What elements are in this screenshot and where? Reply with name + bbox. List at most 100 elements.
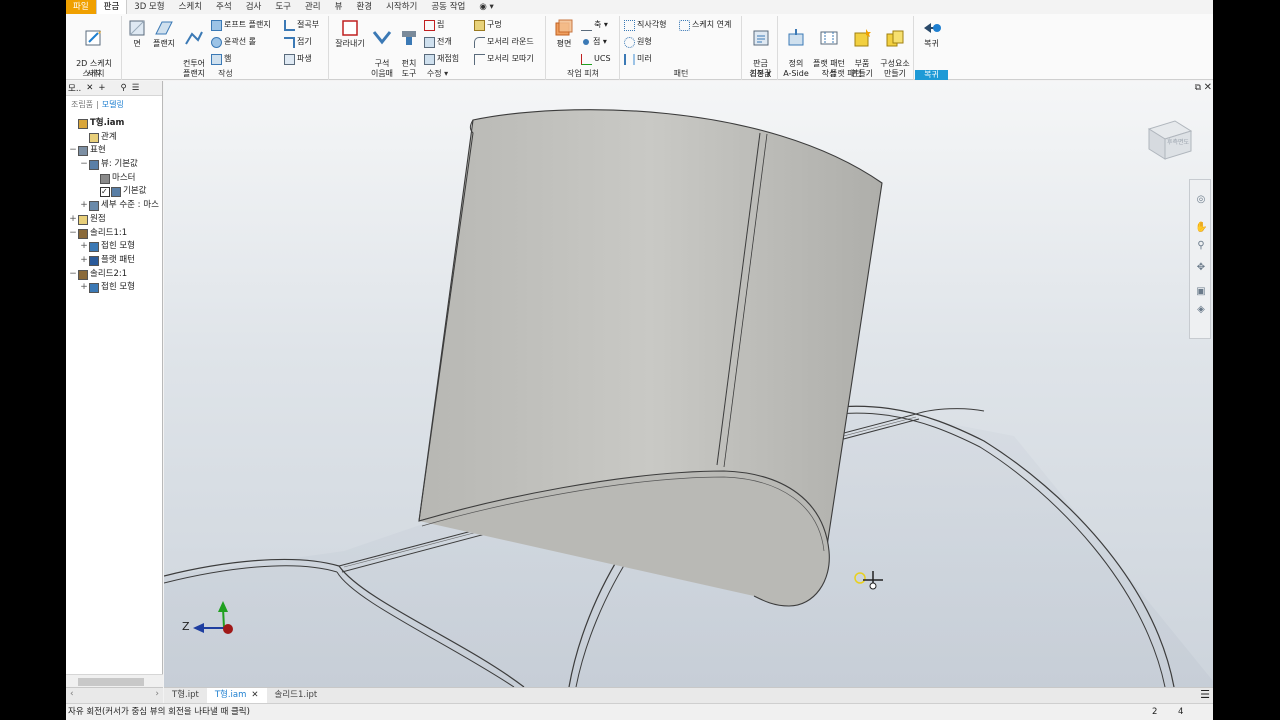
- plane-button[interactable]: 평면: [549, 18, 579, 49]
- viewcube-icon[interactable]: 후측면도: [1145, 117, 1195, 161]
- tree-node[interactable]: + 원점: [66, 213, 163, 227]
- refold-button[interactable]: 재접힘: [424, 52, 459, 66]
- view-face-icon[interactable]: ◈: [1195, 304, 1207, 316]
- face-button[interactable]: 면: [125, 18, 149, 49]
- bend-button[interactable]: 절곡부: [284, 18, 319, 32]
- tab-collaborate[interactable]: 공동 작업: [424, 0, 472, 14]
- fold-icon: [284, 36, 295, 48]
- graphics-viewport[interactable]: Z 후측면도 ⧉ ✕ ◎ ✋ ⚲ ✥ ▣ ◈: [164, 81, 1213, 687]
- tree-toggle[interactable]: −: [69, 268, 77, 282]
- tree-node[interactable]: + 세부 수준 : 마스: [66, 199, 163, 213]
- circular-pattern-button[interactable]: 원형: [624, 35, 652, 49]
- mirror-button[interactable]: 미러: [624, 52, 652, 66]
- refold-icon: [424, 53, 435, 65]
- tree-node[interactable]: − 솔리드2:1: [66, 268, 163, 282]
- browser-horizontal-scrollbar[interactable]: [66, 674, 163, 688]
- folder-icon: [78, 214, 88, 225]
- model-view[interactable]: Z: [164, 81, 1213, 687]
- tree-node[interactable]: − 뷰: 기본값: [66, 158, 163, 172]
- point-button[interactable]: 점 ▾: [581, 35, 607, 49]
- tree-toggle[interactable]: −: [69, 144, 77, 158]
- rectangular-pattern-button[interactable]: 직사각형: [624, 18, 666, 32]
- loft-flange-button[interactable]: 로프트 플랜지: [211, 18, 271, 32]
- tree-toggle[interactable]: −: [80, 158, 88, 172]
- browser-add-icon[interactable]: +: [98, 83, 105, 93]
- subtab-modeling[interactable]: 모델링: [102, 99, 124, 110]
- tab-get-started[interactable]: 시작하기: [379, 0, 424, 14]
- rip-button[interactable]: 립: [424, 18, 444, 32]
- steering-wheel-icon[interactable]: ◎: [1195, 194, 1207, 206]
- corner-round-button[interactable]: 모서리 라운드: [474, 35, 534, 49]
- tab-3d-model[interactable]: 3D 모형: [127, 0, 171, 14]
- checkbox-icon[interactable]: ✓: [100, 187, 110, 198]
- tree-node[interactable]: + 접힌 모형: [66, 281, 163, 295]
- tab-environments[interactable]: 환경: [349, 0, 379, 14]
- derive-button[interactable]: 파생: [284, 52, 312, 66]
- scroll-right-icon[interactable]: ›: [155, 689, 159, 699]
- tree-toggle[interactable]: +: [80, 240, 88, 254]
- representation-icon: [78, 146, 88, 157]
- tab-manage[interactable]: 관리: [298, 0, 328, 14]
- viewport-maximize-icon[interactable]: ⧉: [1195, 83, 1201, 93]
- contour-roll-label: 윤곽선 롤: [224, 37, 256, 46]
- unfold-button[interactable]: 전개: [424, 35, 452, 49]
- scroll-left-icon[interactable]: ‹: [70, 689, 74, 699]
- tab-inspect[interactable]: 검사: [239, 0, 269, 14]
- tab-sheet-metal[interactable]: 판금: [95, 0, 128, 14]
- tab-extra-dropdown[interactable]: ◉ ▾: [472, 0, 500, 14]
- tree-node[interactable]: T형.iam: [66, 117, 163, 131]
- subtab-assembly[interactable]: 조립품: [71, 99, 93, 110]
- tab-tools[interactable]: 도구: [268, 0, 298, 14]
- cut-button[interactable]: 잘라내기: [332, 18, 368, 49]
- document-menu-icon[interactable]: ☰: [1200, 688, 1210, 701]
- tree-node[interactable]: − 표현: [66, 144, 163, 158]
- pan-icon[interactable]: ✋: [1195, 222, 1207, 234]
- hem-button[interactable]: 햄: [211, 52, 231, 66]
- tree-toggle[interactable]: +: [80, 199, 88, 213]
- tree-toggle[interactable]: +: [69, 213, 77, 227]
- panel-title-setup[interactable]: 설정 ▾: [743, 68, 777, 79]
- zoom-icon[interactable]: ⚲: [1195, 240, 1207, 252]
- tab-file[interactable]: 파일: [66, 0, 96, 14]
- browser-menu-icon[interactable]: ☰: [132, 83, 140, 93]
- document-tab[interactable]: 솔리드1.ipt: [267, 688, 326, 703]
- browser-tab-label[interactable]: 모..: [68, 82, 81, 94]
- tree-node[interactable]: + 플랫 패턴: [66, 254, 163, 268]
- axis-button[interactable]: 축 ▾: [581, 18, 608, 32]
- document-tab[interactable]: T형.iam ✕: [206, 688, 267, 703]
- flange-button[interactable]: 플랜지: [149, 18, 179, 49]
- rip-icon: [424, 19, 435, 31]
- document-tab-close-icon[interactable]: ✕: [251, 690, 258, 700]
- corner-chamfer-button[interactable]: 모서리 모따기: [474, 52, 534, 66]
- look-at-icon[interactable]: ▣: [1195, 286, 1207, 298]
- tree-node[interactable]: 마스터: [66, 172, 163, 186]
- orbit-icon[interactable]: ✥: [1195, 262, 1207, 274]
- contour-roll-button[interactable]: 윤곽선 롤: [211, 35, 256, 49]
- viewport-close-icon[interactable]: ✕: [1204, 82, 1212, 93]
- tree-node[interactable]: ✓ 기본값: [66, 185, 163, 199]
- tab-view[interactable]: 뷰: [328, 0, 350, 14]
- return-button[interactable]: 복귀: [916, 18, 947, 49]
- mirror-label: 미러: [637, 54, 652, 63]
- tree-toggle[interactable]: +: [80, 281, 88, 295]
- browser-close-icon[interactable]: ✕: [86, 83, 93, 93]
- vertical-sheet-body[interactable]: [418, 109, 883, 607]
- tree-toggle[interactable]: +: [80, 254, 88, 268]
- fold-button[interactable]: 접기: [284, 35, 312, 49]
- loft-flange-icon: [211, 19, 222, 31]
- hole-button[interactable]: 구멍: [474, 18, 502, 32]
- tab-annotate[interactable]: 주석: [209, 0, 239, 14]
- browser-search-icon[interactable]: ⚲: [120, 83, 126, 93]
- tree-node[interactable]: + 접힌 모형: [66, 240, 163, 254]
- panel-title-modify[interactable]: 수정 ▾: [330, 68, 545, 79]
- browser-scroll-thumb[interactable]: [78, 678, 144, 686]
- sketch-driven-pattern-button[interactable]: 스케치 연계: [679, 18, 731, 32]
- document-tab[interactable]: T형.ipt: [164, 688, 207, 703]
- tree-toggle[interactable]: −: [69, 227, 77, 241]
- tab-sketch[interactable]: 스케치: [172, 0, 209, 14]
- return-icon: [923, 23, 941, 33]
- ucs-button[interactable]: UCS: [581, 52, 611, 66]
- panel-title-create: 작성: [218, 69, 233, 78]
- tree-node[interactable]: − 솔리드1:1: [66, 227, 163, 241]
- tree-node[interactable]: 관계: [66, 131, 163, 145]
